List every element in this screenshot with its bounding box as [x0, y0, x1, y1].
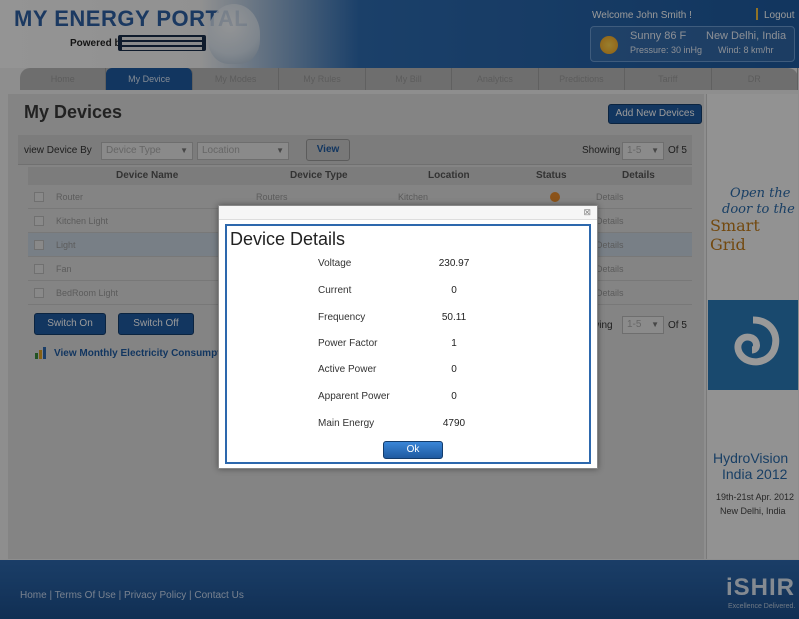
- field-value-active-power: 0: [451, 364, 457, 375]
- field-value-voltage: 230.97: [438, 258, 470, 269]
- field-label-frequency: Frequency: [318, 312, 366, 323]
- field-value-main-energy: 4790: [442, 418, 466, 429]
- field-label-apparent-power: Apparent Power: [318, 391, 390, 402]
- dialog-titlebar: ⊠: [219, 206, 597, 220]
- field-label-current: Current: [318, 285, 352, 296]
- dialog-title: Device Details: [230, 229, 346, 249]
- field-label-voltage: Voltage: [318, 258, 352, 269]
- field-value-power-factor: 1: [451, 338, 457, 349]
- field-value-current: 0: [451, 285, 457, 296]
- close-icon[interactable]: ⊠: [583, 207, 591, 218]
- dialog-panel: [225, 224, 591, 464]
- field-label-power-factor: Power Factor: [318, 338, 378, 349]
- ok-button[interactable]: Ok: [383, 441, 443, 459]
- field-value-apparent-power: 0: [451, 391, 457, 402]
- field-label-main-energy: Main Energy: [318, 418, 375, 429]
- field-label-active-power: Active Power: [318, 364, 377, 375]
- field-value-frequency: 50.11: [441, 312, 467, 323]
